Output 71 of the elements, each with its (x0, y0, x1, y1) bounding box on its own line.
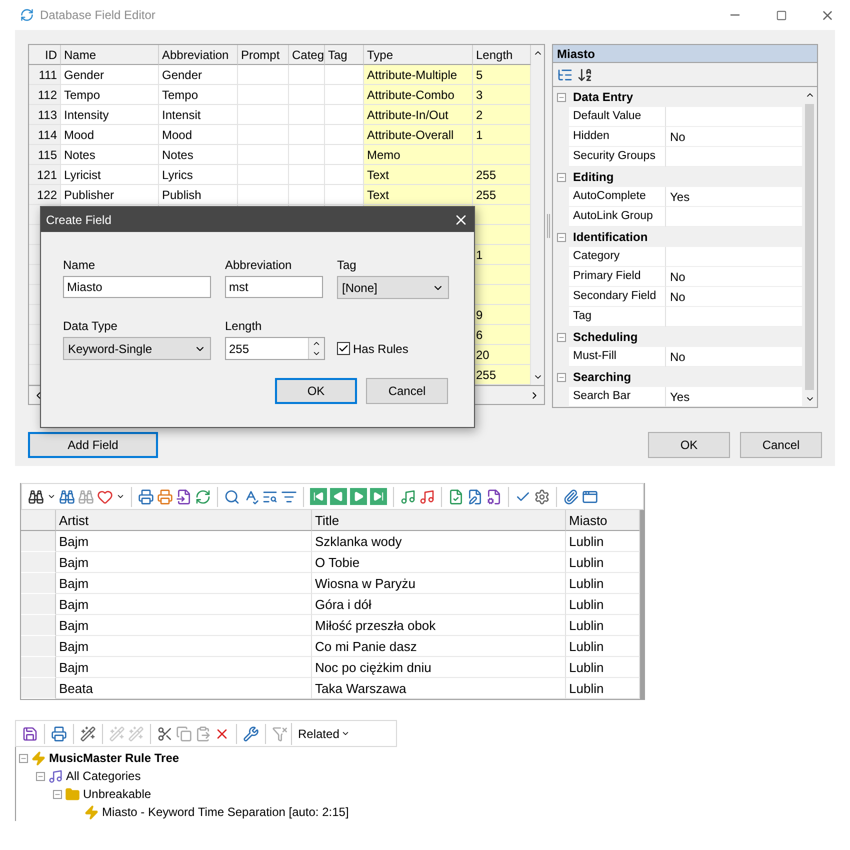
table-cell: Bajm (56, 573, 312, 594)
table-cell: Noc po ciężkim dniu (312, 657, 566, 678)
table-cell: Lublin (566, 552, 640, 573)
table-cell: Memo (364, 145, 473, 165)
table-cell: 5 (473, 65, 531, 85)
row-id: 115 (29, 145, 61, 165)
row-id: 113 (29, 105, 61, 125)
table-cell: 255 (473, 165, 531, 185)
table-cell: 6 (473, 325, 531, 345)
table-cell: Szklanka wody (312, 531, 566, 552)
table-cell: 2 (473, 105, 531, 125)
table-cell: Lublin (566, 573, 640, 594)
table-cell: Attribute-In/Out (364, 105, 473, 125)
table-cell: Co mi Panie dasz (312, 636, 566, 657)
table-cell: Tempo (159, 85, 238, 105)
table-cell: Góra i dół (312, 594, 566, 615)
table-cell: Taka Warszawa (312, 678, 566, 699)
table-cell: Notes (159, 145, 238, 165)
table-cell: Publish (159, 185, 238, 205)
table-cell: Lublin (566, 594, 640, 615)
field-label: Data Type (63, 318, 118, 333)
table-cell: 20 (473, 345, 531, 365)
table-cell: Gender (61, 65, 159, 85)
table-cell: Lublin (566, 531, 640, 552)
field-label: Abbreviation (225, 258, 293, 272)
table-cell: Tempo (61, 85, 159, 105)
table-cell: Lyricist (61, 165, 159, 185)
table-cell: 1 (473, 125, 531, 145)
table-cell: Text (364, 185, 473, 205)
table-cell: Lublin (566, 636, 640, 657)
table-cell: Intensity (61, 105, 159, 125)
table-cell: Notes (61, 145, 159, 165)
table-cell: Attribute-Overall (364, 125, 473, 145)
field-label: Name (63, 258, 96, 272)
table-cell: Attribute-Combo (364, 85, 473, 105)
row-id: 112 (29, 85, 61, 105)
table-cell: 9 (473, 305, 531, 325)
table-cell: Mood (159, 125, 238, 145)
table-cell: Miłość przeszła obok (312, 615, 566, 636)
table-cell: Beata (56, 678, 312, 699)
table-cell: Lublin (566, 615, 640, 636)
window-title: Database Field Editor (40, 8, 156, 22)
table-cell: Bajm (56, 594, 312, 615)
table-cell: Bajm (56, 636, 312, 657)
table-cell: 255 (473, 365, 531, 385)
table-cell: Lublin (566, 678, 640, 699)
table-cell: Wiosna w Paryżu (312, 573, 566, 594)
table-cell: O Tobie (312, 552, 566, 573)
table-cell: Lublin (566, 657, 640, 678)
row-id: 111 (29, 65, 61, 85)
row-id: 114 (29, 125, 61, 145)
table-cell: 255 (473, 185, 531, 205)
table-cell: Lyrics (159, 165, 238, 185)
table-cell: Gender (159, 65, 238, 85)
field-label: Tag (337, 258, 358, 272)
row-id: 121 (29, 165, 61, 185)
property-grid-title: Miasto (553, 45, 817, 63)
table-cell: Text (364, 165, 473, 185)
dialog-title: Create Field (46, 212, 112, 226)
table-cell: 1 (473, 245, 531, 265)
table-cell: Bajm (56, 552, 312, 573)
table-cell: Bajm (56, 657, 312, 678)
table-cell: Bajm (56, 615, 312, 636)
table-cell: Publisher (61, 185, 159, 205)
field-label: Length (225, 318, 263, 333)
table-cell: Intensit (159, 105, 238, 125)
table-cell: Bajm (56, 531, 312, 552)
table-cell: Mood (61, 125, 159, 145)
table-cell: 3 (473, 85, 531, 105)
table-cell: Attribute-Multiple (364, 65, 473, 85)
row-id: 122 (29, 185, 61, 205)
